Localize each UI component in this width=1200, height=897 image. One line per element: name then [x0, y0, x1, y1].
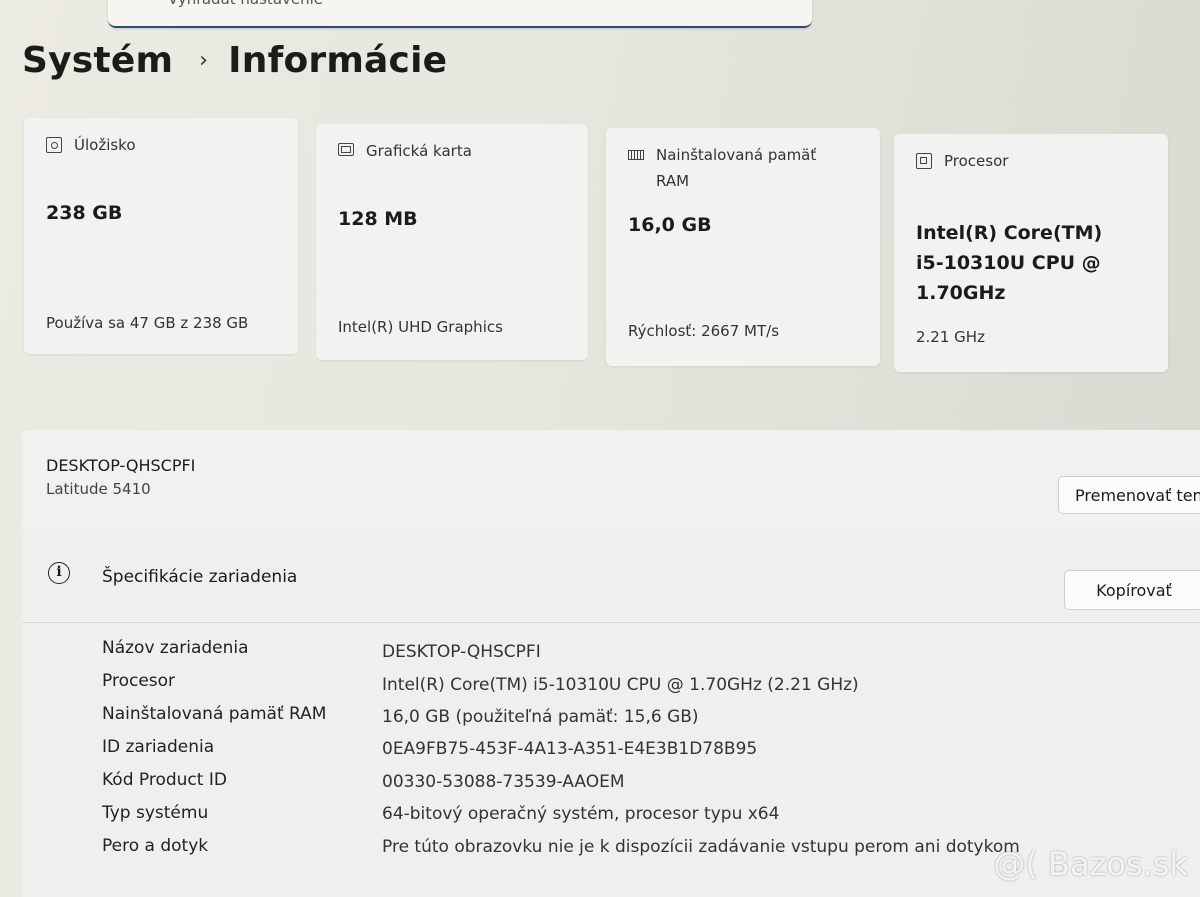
spec-value[interactable]: 0EA9FB75-453F-4A13-A351-E4E3B1D78B95 [382, 739, 757, 759]
spec-value[interactable]: 64-bitový operačný systém, procesor typu… [382, 804, 779, 824]
device-model: Latitude 5410 [46, 480, 151, 498]
device-name-panel: DESKTOP-QHSCPFI Latitude 5410 Premenovať… [22, 430, 1200, 530]
spec-row: Kód Product ID 00330-53088-73539-AAOEM [22, 770, 1200, 800]
processor-icon [916, 153, 932, 169]
spec-key: ID zariadenia [102, 737, 215, 757]
spec-key: Nainštalovaná pamäť RAM [102, 704, 327, 724]
breadcrumb-parent[interactable]: Systém [22, 40, 173, 81]
card-label: Procesor [944, 152, 1009, 170]
search-placeholder: Vyhľadať nastavenie [168, 0, 323, 8]
breadcrumb: Systém › Informácie [22, 40, 447, 81]
card-label: Nainštalovaná pamäť RAM [656, 146, 817, 190]
memory-card[interactable]: Nainštalovaná pamäť RAM 16,0 GB Rýchlosť… [606, 128, 880, 366]
spec-value[interactable]: Pre túto obrazovku nie je k dispozícii z… [382, 837, 1020, 857]
spec-value[interactable]: Intel(R) Core(TM) i5-10310U CPU @ 1.70GH… [382, 675, 859, 695]
processor-card[interactable]: Procesor Intel(R) Core(TM) i5-10310U CPU… [894, 134, 1168, 372]
device-name: DESKTOP-QHSCPFI [46, 456, 196, 475]
card-detail: Rýchlosť: 2667 MT/s [628, 322, 780, 340]
card-detail: Používa sa 47 GB z 238 GB [46, 314, 249, 332]
rename-pc-button[interactable]: Premenovať tento počítač [1058, 476, 1200, 514]
spec-row: Procesor Intel(R) Core(TM) i5-10310U CPU… [22, 671, 1200, 701]
card-label: Grafická karta [366, 142, 472, 160]
device-specs-panel: i Špecifikácie zariadenia Kopírovať Názo… [22, 530, 1200, 897]
spec-key: Procesor [102, 671, 176, 691]
card-detail: 2.21 GHz [916, 328, 985, 346]
chevron-right-icon: › [199, 48, 209, 73]
memory-icon [628, 150, 644, 160]
spec-row: Typ systému 64-bitový operačný systém, p… [22, 803, 1200, 833]
spec-value[interactable]: DESKTOP-QHSCPFI [382, 642, 541, 662]
storage-card[interactable]: Úložisko 238 GB Používa sa 47 GB z 238 G… [24, 118, 298, 354]
info-icon: i [48, 562, 70, 584]
graphics-card-card[interactable]: Grafická karta 128 MB Intel(R) UHD Graph… [316, 124, 588, 360]
search-input[interactable]: Vyhľadať nastavenie [108, 0, 812, 28]
card-value: 16,0 GB [628, 214, 712, 236]
spec-value[interactable]: 00330-53088-73539-AAOEM [382, 772, 625, 792]
card-detail: Intel(R) UHD Graphics [338, 318, 503, 336]
bazos-watermark: @( Bazos.sk [993, 845, 1188, 883]
spec-row: Nainštalovaná pamäť RAM 16,0 GB (použite… [22, 704, 1200, 734]
page-title: Informácie [228, 40, 448, 81]
spec-row: ID zariadenia 0EA9FB75-453F-4A13-A351-E4… [22, 737, 1200, 767]
copy-button[interactable]: Kopírovať [1064, 570, 1200, 610]
spec-row: Názov zariadenia DESKTOP-QHSCPFI [22, 638, 1200, 668]
spec-key: Názov zariadenia [102, 638, 249, 658]
spec-value[interactable]: 16,0 GB (použiteľná pamäť: 15,6 GB) [382, 707, 699, 727]
spec-key: Pero a dotyk [102, 836, 209, 856]
specs-title: Špecifikácie zariadenia [102, 567, 298, 587]
card-label: Úložisko [74, 136, 136, 154]
card-value: Intel(R) Core(TM) i5-10310U CPU @ 1.70GH… [916, 222, 1103, 304]
spec-key: Kód Product ID [102, 770, 227, 790]
card-value: 128 MB [338, 208, 418, 230]
storage-icon [46, 137, 62, 153]
graphics-card-icon [338, 143, 354, 156]
card-value: 238 GB [46, 202, 123, 224]
specs-header[interactable]: i Špecifikácie zariadenia Kopírovať [22, 530, 1200, 623]
spec-key: Typ systému [102, 803, 209, 823]
